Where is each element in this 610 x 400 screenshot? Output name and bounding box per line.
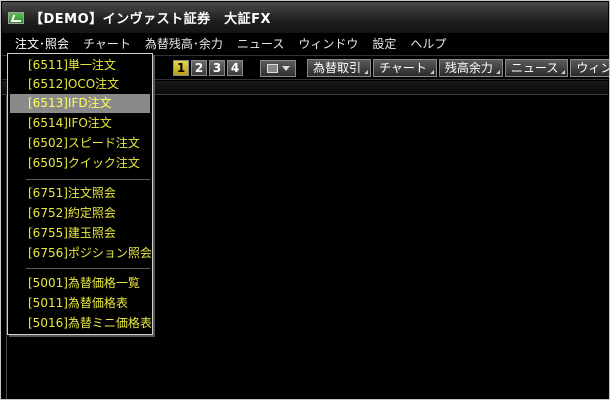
screen-2-button[interactable]: 2 [191, 60, 207, 76]
fx-trade-button[interactable]: 為替取引 [307, 59, 372, 77]
window-title: 【DEMO】インヴァスト証券 大証FX [30, 12, 272, 27]
menu-order-inquiry[interactable]: 注文･照会 [8, 33, 77, 55]
menu-help[interactable]: ヘルプ [403, 33, 453, 55]
menu-window[interactable]: ウィンドウ [291, 33, 365, 55]
menu-chart[interactable]: チャート [76, 33, 138, 55]
menu-item-6505[interactable]: [6505]クイック注文 [10, 154, 150, 173]
menu-item-6752[interactable]: [6752]約定照会 [10, 204, 150, 223]
menu-item-6512[interactable]: [6512]OCO注文 [10, 75, 150, 94]
screen-1-button[interactable]: 1 [173, 60, 189, 76]
menu-balance[interactable]: 為替残高･余力 [138, 33, 230, 55]
menu-item-5016[interactable]: [5016]為替ミニ価格表 [10, 314, 152, 333]
app-logo-icon [8, 11, 24, 24]
menu-item-6755[interactable]: [6755]建玉照会 [10, 224, 150, 243]
screen-4-button[interactable]: 4 [227, 60, 243, 76]
menu-item-6502[interactable]: [6502]スピード注文 [10, 134, 150, 153]
menu-item-6756[interactable]: [6756]ポジション照会 [10, 244, 152, 263]
chevron-down-icon [281, 66, 290, 71]
balance-button[interactable]: 残高余力 [438, 59, 503, 77]
window-layout-button[interactable] [260, 60, 296, 77]
menu-item-6514[interactable]: [6514]IFO注文 [10, 114, 150, 133]
menu-item-6511[interactable]: [6511]単一注文 [10, 56, 150, 75]
screen-switcher: 1 2 3 4 [173, 60, 243, 76]
title-bar: 【DEMO】インヴァスト証券 大証FX [2, 2, 608, 33]
menu-separator [26, 179, 150, 180]
screen-3-button[interactable]: 3 [209, 60, 225, 76]
news-button[interactable]: ニュース [504, 59, 569, 77]
order-inquiry-dropdown: [6511]単一注文 [6512]OCO注文 [6513]IFD注文 [6514… [7, 53, 153, 335]
menu-news[interactable]: ニュース [230, 33, 291, 55]
menu-item-6513[interactable]: [6513]IFD注文 [10, 94, 150, 113]
menu-separator [26, 268, 150, 269]
menu-item-5011[interactable]: [5011]為替価格表 [10, 294, 150, 313]
window-button[interactable]: ウィンド [570, 59, 609, 77]
menu-item-6751[interactable]: [6751]注文照会 [10, 184, 150, 203]
chart-button[interactable]: チャート [373, 59, 437, 77]
menu-settings[interactable]: 設定 [365, 33, 403, 55]
app-window: 【DEMO】インヴァスト証券 大証FX 注文･照会 チャート 為替残高･余力 ニ… [0, 0, 610, 400]
window-icon [266, 64, 278, 73]
toolbar-buttons: 為替取引 チャート 残高余力 ニュース ウィンド [307, 59, 609, 77]
menu-item-5001[interactable]: [5001]為替価格一覧 [10, 274, 150, 293]
menu-bar: 注文･照会 チャート 為替残高･余力 ニュース ウィンドウ 設定 ヘルプ [2, 33, 608, 55]
